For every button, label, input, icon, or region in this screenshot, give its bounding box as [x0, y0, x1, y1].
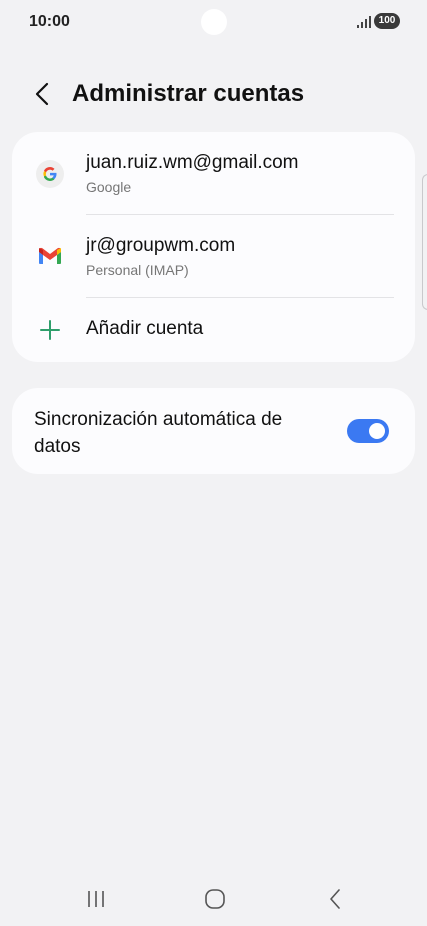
- accounts-card: juan.ruiz.wm@gmail.com Google jr@groupwm…: [12, 132, 415, 362]
- header: Administrar cuentas: [0, 70, 427, 118]
- google-icon: [36, 160, 64, 188]
- status-bar: 10:00 100: [0, 0, 427, 44]
- recent-apps-icon: [88, 891, 104, 907]
- back-nav-icon: [330, 889, 340, 909]
- plus-icon: [36, 316, 64, 344]
- navigation-bar: [0, 870, 427, 926]
- account-type: Google: [86, 179, 132, 195]
- account-row-google[interactable]: juan.ruiz.wm@gmail.com Google: [12, 132, 415, 214]
- home-icon: [205, 889, 225, 909]
- camera-cutout: [201, 9, 227, 35]
- account-email: jr@groupwm.com: [86, 235, 236, 256]
- home-button[interactable]: [195, 884, 235, 914]
- add-account-label: Añadir cuenta: [86, 318, 204, 339]
- account-type: Personal (IMAP): [86, 262, 189, 278]
- status-time: 10:00: [29, 13, 70, 30]
- signal-icon: [357, 16, 371, 28]
- back-arrow-icon: [35, 82, 49, 106]
- gmail-icon: [36, 242, 64, 270]
- toggle-knob: [369, 423, 385, 439]
- battery-badge: 100: [374, 13, 400, 29]
- recent-apps-button[interactable]: [76, 884, 116, 914]
- sync-toggle[interactable]: [347, 419, 389, 443]
- back-nav-button[interactable]: [315, 884, 355, 914]
- sync-label: Sincronización automática de datos: [34, 409, 283, 457]
- account-row-imap[interactable]: jr@groupwm.com Personal (IMAP): [12, 215, 415, 297]
- back-button[interactable]: [26, 78, 58, 110]
- scroll-indicator[interactable]: [422, 174, 427, 310]
- sync-card[interactable]: Sincronización automática de datos: [12, 388, 415, 474]
- page-title: Administrar cuentas: [72, 80, 305, 107]
- add-account-button[interactable]: Añadir cuenta: [12, 298, 415, 362]
- account-email: juan.ruiz.wm@gmail.com: [86, 152, 299, 173]
